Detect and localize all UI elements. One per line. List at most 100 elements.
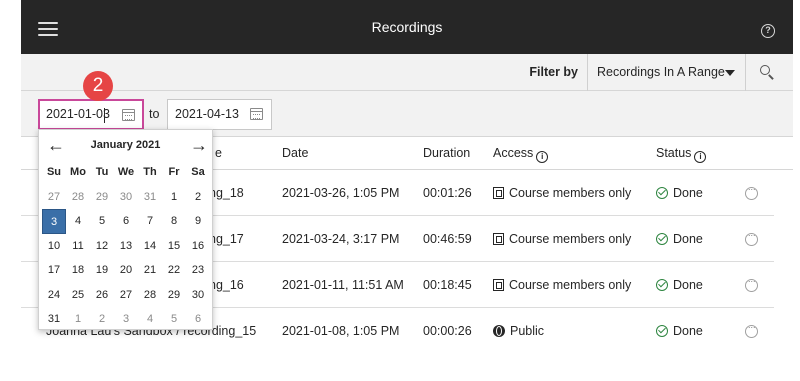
more-options-icon[interactable] bbox=[745, 230, 758, 246]
calendar-day[interactable]: 19 bbox=[90, 258, 114, 283]
caret-down-icon bbox=[725, 70, 735, 76]
calendar-day[interactable]: 15 bbox=[162, 234, 186, 259]
calendar-day[interactable]: 5 bbox=[162, 307, 186, 332]
next-month-arrow-icon[interactable]: → bbox=[190, 136, 208, 154]
calendar-day[interactable]: 7 bbox=[138, 209, 162, 234]
calendar-week: 27 28 29 30 31 1 2 bbox=[42, 185, 210, 210]
calendar-day[interactable]: 8 bbox=[162, 209, 186, 234]
status-label: Done bbox=[673, 232, 703, 246]
calendar-day[interactable]: 25 bbox=[66, 283, 90, 308]
calendar-day[interactable]: 27 bbox=[42, 185, 66, 210]
calendar-day[interactable]: 2 bbox=[90, 307, 114, 332]
text-cursor bbox=[104, 108, 105, 123]
calendar-day[interactable]: 5 bbox=[90, 209, 114, 234]
page-title: Recordings bbox=[371, 19, 443, 35]
calendar-day[interactable]: 18 bbox=[66, 258, 90, 283]
column-header-date[interactable]: Date bbox=[282, 137, 308, 170]
recording-name[interactable]: ng_16 bbox=[209, 262, 244, 308]
access-header-label: Access bbox=[493, 146, 534, 160]
calendar-day[interactable]: 28 bbox=[66, 185, 90, 210]
calendar-day[interactable]: 9 bbox=[186, 209, 210, 234]
column-header-access[interactable]: Access i bbox=[493, 137, 549, 170]
calendar-day[interactable]: 4 bbox=[66, 209, 90, 234]
calendar-day[interactable]: 30 bbox=[186, 283, 210, 308]
calendar-grid: Su Mo Tu We Th Fr Sa 27 28 29 30 31 1 2 … bbox=[42, 160, 210, 332]
check-circle-icon bbox=[656, 325, 668, 337]
calendar-day[interactable]: 21 bbox=[138, 258, 162, 283]
calendar-day[interactable]: 1 bbox=[162, 185, 186, 210]
help-icon[interactable]: ? bbox=[761, 24, 775, 38]
calendar-day[interactable]: 31 bbox=[42, 307, 66, 332]
recording-status: Done bbox=[656, 262, 703, 308]
calendar-day[interactable]: 6 bbox=[186, 307, 210, 332]
info-icon[interactable]: i bbox=[536, 151, 549, 163]
calendar-day[interactable]: 14 bbox=[138, 234, 162, 259]
recording-name[interactable]: ng_17 bbox=[209, 216, 244, 262]
recording-access: Public bbox=[493, 308, 544, 354]
calendar-day[interactable]: 24 bbox=[42, 283, 66, 308]
recording-name[interactable]: ng_18 bbox=[209, 170, 244, 216]
calendar-day[interactable]: 16 bbox=[186, 234, 210, 259]
start-date-input[interactable]: 2021-01-03 bbox=[38, 99, 144, 130]
course-members-icon bbox=[493, 187, 504, 199]
calendar-day[interactable]: 27 bbox=[114, 283, 138, 308]
calendar-day[interactable]: 29 bbox=[162, 283, 186, 308]
end-date-input[interactable]: 2021-04-13 bbox=[167, 99, 272, 130]
filter-dropdown[interactable]: Recordings In A Range bbox=[587, 54, 746, 91]
calendar-week: 17 18 19 20 21 22 23 bbox=[42, 258, 210, 283]
recording-date: 2021-03-24, 3:17 PM bbox=[282, 232, 400, 246]
more-options-icon[interactable] bbox=[745, 322, 758, 338]
calendar-day[interactable]: 30 bbox=[114, 185, 138, 210]
date-picker-popup: ← January 2021 → Su Mo Tu We Th Fr Sa 27… bbox=[38, 129, 213, 330]
step-number-badge: 2 bbox=[83, 71, 113, 101]
filter-label: Filter by bbox=[529, 65, 578, 79]
calendar-day[interactable]: 6 bbox=[114, 209, 138, 234]
weekday-label: We bbox=[117, 166, 135, 178]
calendar-day[interactable]: 29 bbox=[90, 185, 114, 210]
check-circle-icon bbox=[656, 187, 668, 199]
course-members-icon bbox=[493, 279, 504, 291]
calendar-week: 24 25 26 27 28 29 30 bbox=[42, 283, 210, 308]
info-icon[interactable]: i bbox=[694, 151, 707, 163]
calendar-day[interactable]: 26 bbox=[90, 283, 114, 308]
recording-date: 2021-01-11, 11:51 AM bbox=[282, 278, 404, 292]
search-icon[interactable] bbox=[760, 65, 774, 80]
calendar-day-selected[interactable]: 3 bbox=[42, 209, 66, 234]
calendar-day[interactable]: 13 bbox=[114, 234, 138, 259]
calendar-day[interactable]: 17 bbox=[42, 258, 66, 283]
recording-duration: 00:00:26 bbox=[423, 324, 472, 338]
calendar-day[interactable]: 3 bbox=[114, 307, 138, 332]
access-label: Public bbox=[510, 324, 545, 338]
column-header-duration[interactable]: Duration bbox=[423, 137, 470, 170]
calendar-icon[interactable] bbox=[122, 109, 135, 121]
calendar-day[interactable]: 22 bbox=[162, 258, 186, 283]
calendar-day[interactable]: 2 bbox=[186, 185, 210, 210]
weekday-label: Sa bbox=[191, 166, 205, 178]
calendar-day[interactable]: 12 bbox=[90, 234, 114, 259]
end-date-value: 2021-04-13 bbox=[175, 107, 239, 121]
column-header-name[interactable]: e bbox=[215, 137, 222, 170]
calendar-day[interactable]: 11 bbox=[66, 234, 90, 259]
check-circle-icon bbox=[656, 279, 668, 291]
top-bar: Recordings ? bbox=[21, 0, 793, 54]
calendar-day[interactable]: 23 bbox=[186, 258, 210, 283]
column-header-status[interactable]: Status i bbox=[656, 137, 707, 170]
calendar-day[interactable]: 10 bbox=[42, 234, 66, 259]
status-label: Done bbox=[673, 186, 703, 200]
globe-icon bbox=[493, 325, 505, 337]
calendar-day[interactable]: 28 bbox=[138, 283, 162, 308]
calendar-month-title: January 2021 bbox=[90, 139, 161, 151]
calendar-day[interactable]: 31 bbox=[138, 185, 162, 210]
start-date-value: 2021-01-03 bbox=[46, 107, 110, 121]
weekday-label: Tu bbox=[95, 166, 109, 178]
more-options-icon[interactable] bbox=[745, 184, 758, 200]
recording-access: Course members only bbox=[493, 262, 631, 308]
calendar-day[interactable]: 20 bbox=[114, 258, 138, 283]
calendar-day[interactable]: 4 bbox=[138, 307, 162, 332]
calendar-icon[interactable] bbox=[250, 108, 263, 120]
filter-dropdown-value: Recordings In A Range bbox=[597, 65, 725, 79]
more-options-icon[interactable] bbox=[745, 276, 758, 292]
calendar-day[interactable]: 1 bbox=[66, 307, 90, 332]
access-label: Course members only bbox=[509, 278, 632, 292]
weekday-label: Mo bbox=[70, 166, 86, 178]
